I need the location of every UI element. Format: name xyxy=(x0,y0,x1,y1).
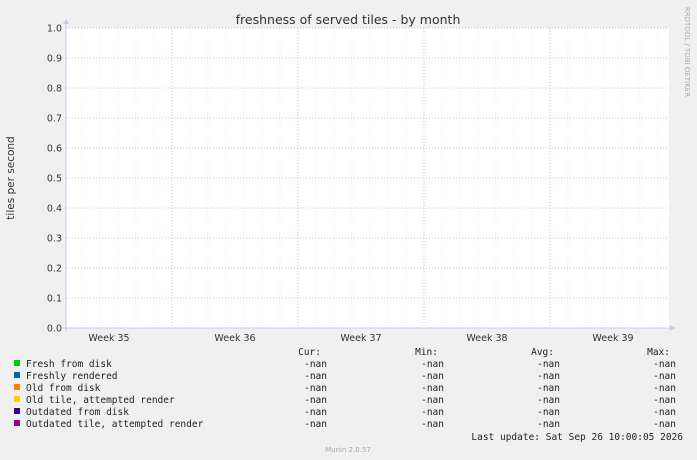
legend-value-max: -nan xyxy=(653,371,676,382)
y-tick-label: 0.6 xyxy=(47,144,62,155)
x-tick-label: Week 35 xyxy=(88,333,129,344)
y-axis-label: tiles per second xyxy=(5,136,17,219)
legend-value-min: -nan xyxy=(421,419,444,430)
legend-value-avg: -nan xyxy=(537,407,560,418)
legend-swatch xyxy=(14,420,20,426)
legend-swatch xyxy=(14,408,20,414)
chart: freshness of served tiles - by month til… xyxy=(5,7,691,454)
y-tick-label: 0.7 xyxy=(47,114,62,125)
legend-header-avg: Avg: xyxy=(531,347,554,358)
legend-series-name: Old tile, attempted render xyxy=(26,395,175,406)
legend-value-avg: -nan xyxy=(537,371,560,382)
x-tick-labels: Week 35 Week 36 Week 37 Week 38 Week 39 xyxy=(88,333,633,344)
legend-series-name: Old from disk xyxy=(26,383,101,394)
legend-value-max: -nan xyxy=(653,395,676,406)
legend-value-min: -nan xyxy=(421,407,444,418)
legend-value-max: -nan xyxy=(653,407,676,418)
x-tick-label: Week 38 xyxy=(466,333,507,344)
legend-swatch xyxy=(14,396,20,402)
legend-value-min: -nan xyxy=(421,383,444,394)
legend-value-min: -nan xyxy=(421,359,444,370)
x-tick-label: Week 39 xyxy=(592,333,633,344)
legend-header-max: Max: xyxy=(647,347,670,358)
legend-value-cur: -nan xyxy=(304,419,327,430)
y-tick-label: 0.8 xyxy=(47,84,62,95)
legend-swatch xyxy=(14,372,20,378)
y-tick-label: 0.5 xyxy=(47,174,62,185)
legend-value-avg: -nan xyxy=(537,395,560,406)
legend-value-cur: -nan xyxy=(304,383,327,394)
y-tick-labels: 0.0 0.1 0.2 0.3 0.4 0.5 0.6 0.7 0.8 0.9 1.0 xyxy=(47,24,62,335)
y-tick-label: 0.0 xyxy=(47,324,62,335)
legend-value-cur: -nan xyxy=(304,395,327,406)
legend-header-cur: Cur: xyxy=(298,347,321,358)
legend-swatch xyxy=(14,384,20,390)
rrdtool-watermark: RRDTOOL / TOBI OETIKER xyxy=(683,7,691,97)
legend-series-name: Outdated tile, attempted render xyxy=(26,419,204,430)
legend-value-cur: -nan xyxy=(304,407,327,418)
legend-value-min: -nan xyxy=(421,371,444,382)
last-update: Last update: Sat Sep 26 10:00:05 2026 xyxy=(471,432,683,443)
x-tick-label: Week 36 xyxy=(214,333,255,344)
legend-value-max: -nan xyxy=(653,419,676,430)
legend-swatch xyxy=(14,360,20,366)
legend: Fresh from disk -nan -nan -nan -nanFreshly r… xyxy=(14,359,676,430)
legend-value-avg: -nan xyxy=(537,359,560,370)
y-axis-arrow xyxy=(63,19,69,24)
legend-series-name: Fresh from disk xyxy=(26,359,112,370)
y-tick-label: 0.1 xyxy=(47,294,62,305)
legend-value-min: -nan xyxy=(421,395,444,406)
legend-value-avg: -nan xyxy=(537,383,560,394)
legend-header-min: Min: xyxy=(415,347,438,358)
y-tick-label: 0.4 xyxy=(47,204,62,215)
legend-value-max: -nan xyxy=(653,383,676,394)
x-axis-arrow xyxy=(670,325,675,331)
y-tick-label: 0.9 xyxy=(47,54,62,65)
y-tick-label: 0.3 xyxy=(47,234,62,245)
chart-title: freshness of served tiles - by month xyxy=(236,12,461,27)
x-tick-label: Week 37 xyxy=(340,333,381,344)
legend-series-name: Outdated from disk xyxy=(26,407,129,418)
y-tick-label: 1.0 xyxy=(47,24,62,35)
legend-value-cur: -nan xyxy=(304,371,327,382)
legend-value-cur: -nan xyxy=(304,359,327,370)
legend-series-name: Freshly rendered xyxy=(26,371,118,382)
legend-value-avg: -nan xyxy=(537,419,560,430)
legend-value-max: -nan xyxy=(653,359,676,370)
y-tick-label: 0.2 xyxy=(47,264,62,275)
munin-footer: Munin 2.0.57 xyxy=(325,446,371,454)
